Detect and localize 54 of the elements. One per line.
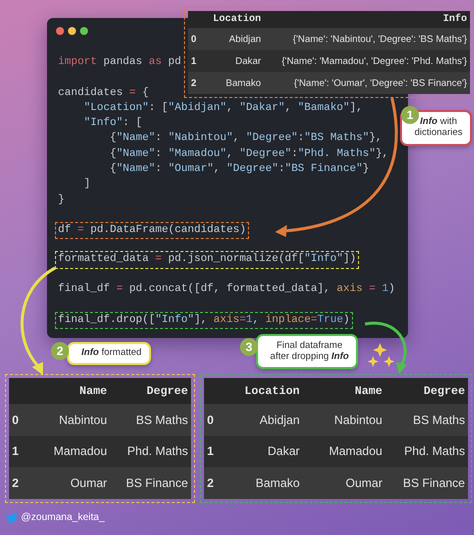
code-line: "Info": [ — [82, 116, 144, 132]
code-line: candidates = { — [58, 86, 150, 101]
close-button[interactable] — [56, 27, 64, 35]
code-line: final_df = pd.concat([df, formatted_data], axis = 1) — [58, 282, 395, 298]
table-cell: Bamako — [220, 467, 303, 499]
table-cell: Nabintou — [29, 404, 110, 436]
maximize-button[interactable] — [80, 27, 88, 35]
table-cell: Phd. Maths — [385, 436, 468, 468]
code-line: {"Name": "Nabintou", "Degree":"BS Maths"}, — [108, 131, 384, 146]
table-cell: BS Finance — [110, 467, 191, 499]
author-handle: @zoumana_keita_ — [21, 512, 105, 523]
number-badge: 3 — [240, 338, 258, 356]
row-index: 1 — [188, 50, 204, 72]
row-index: 0 — [9, 404, 29, 436]
code-line: {"Name": "Mamadou", "Degree":"Phd. Maths"}, — [108, 146, 389, 162]
row-index: 2 — [204, 467, 220, 499]
table-cell: Phd. Maths — [110, 436, 191, 468]
callout-text: Info formatted — [81, 348, 142, 359]
row-index: 0 — [204, 404, 220, 436]
table-cell: {'Name': 'Mamadou', 'Degree': 'Phd. Maths'} — [264, 50, 470, 72]
table-cell: Mamadou — [302, 436, 386, 468]
callout-text: Final dataframe after dropping Info — [269, 340, 350, 362]
code-line: } — [58, 192, 66, 208]
table-cell: Abidjan — [220, 404, 303, 436]
table-cell: {'Name': 'Nabintou', 'Degree': 'BS Maths'} — [264, 28, 470, 50]
row-index: 2 — [188, 72, 204, 94]
row-index: 1 — [204, 436, 220, 468]
row-index: 0 — [188, 28, 204, 50]
code-line: {"Name": "Oumar", "Degree":"BS Finance"} — [108, 162, 370, 178]
curved-arrow — [364, 322, 407, 374]
number-badge: 2 — [51, 342, 69, 360]
code-line: df = pd.DataFrame(candidates) — [58, 222, 246, 238]
table-cell: Nabintou — [302, 404, 386, 436]
sparkles-icon — [368, 343, 394, 367]
code-line: formatted_data = pd.json_normalize(df["Info"]) — [58, 252, 356, 268]
table-cell: Oumar — [29, 467, 110, 499]
code-line: import pandas as pd — [58, 55, 182, 70]
table-cell: BS Finance — [385, 467, 468, 499]
table-cell: BS Maths — [110, 404, 191, 436]
table-cell: BS Maths — [385, 404, 468, 436]
minimize-button[interactable] — [68, 27, 76, 35]
table-cell: Oumar — [302, 467, 386, 499]
table-cell: Bamako — [204, 72, 264, 94]
table-cell: Mamadou — [29, 436, 110, 468]
bird-icon — [6, 512, 18, 522]
code-line: "Location": ["Abidjan", "Dakar", "Bamako"], — [82, 100, 364, 116]
code-line: ] — [82, 177, 92, 192]
table-cell: Dakar — [220, 436, 303, 468]
table-cell: {'Name': 'Oumar', 'Degree': 'BS Finance'} — [264, 72, 470, 94]
row-index: 1 — [9, 436, 29, 468]
table-cell: Abidjan — [204, 28, 264, 50]
table-cell: Dakar — [204, 50, 264, 72]
code-line: final_df.drop(["Info"], axis=1, inplace=True) — [58, 312, 350, 328]
row-index: 2 — [9, 467, 29, 499]
